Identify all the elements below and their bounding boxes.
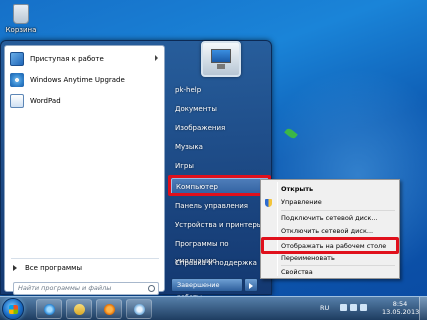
search-icon (148, 285, 155, 292)
app-icon (134, 304, 145, 315)
taskbar-button-explorer[interactable] (66, 299, 92, 319)
recycle-bin-label: Корзина (5, 26, 37, 34)
notification-area (340, 304, 367, 311)
divider (11, 258, 159, 259)
start-item-pictures[interactable]: Изображения (171, 120, 269, 137)
recycle-bin-icon (13, 4, 29, 24)
context-item-manage[interactable]: Управление (279, 196, 397, 209)
taskbar-button-internet-explorer[interactable] (36, 299, 62, 319)
clock-date: 13.05.2013 (382, 308, 420, 316)
shutdown-button[interactable]: Завершение работы (171, 278, 243, 301)
recycle-bin-shortcut[interactable]: Корзина (4, 2, 38, 40)
shield-icon (265, 199, 272, 207)
start-item-help-support[interactable]: Справка и поддержка (171, 255, 269, 272)
all-programs-label: Все программы (25, 264, 82, 272)
tray-volume-icon[interactable] (360, 304, 367, 311)
shutdown-options-button[interactable] (244, 278, 258, 292)
clock-time: 8:54 (392, 300, 408, 308)
taskbar: RU 8:54 13.05.2013 (0, 296, 427, 320)
language-indicator[interactable]: RU (320, 304, 329, 312)
start-search-input[interactable]: Найти программы и файлы (13, 282, 159, 295)
program-item-getting-started[interactable]: Приступая к работе (7, 50, 162, 67)
wordpad-icon (10, 93, 24, 108)
start-item-devices-printers[interactable]: Устройства и принтеры (171, 217, 269, 234)
monitor-icon (211, 49, 231, 63)
search-placeholder: Найти программы и файлы (18, 284, 112, 292)
internet-explorer-icon (44, 304, 55, 315)
start-item-user-folder[interactable]: pk-help (171, 82, 269, 99)
context-menu-divider (281, 210, 395, 211)
all-programs-button[interactable]: Все программы (13, 264, 82, 272)
highlight-show-on-desktop (261, 237, 399, 254)
program-item-label: Windows Anytime Upgrade (30, 75, 125, 84)
context-menu: Открыть Управление Подключить сетевой ди… (260, 179, 400, 279)
getting-started-icon (10, 51, 24, 66)
context-menu-gutter (277, 182, 278, 276)
tray-network-icon[interactable] (350, 304, 357, 311)
highlight-computer (168, 175, 271, 196)
context-item-map-network-drive[interactable]: Подключить сетевой диск... (279, 212, 397, 225)
start-item-documents[interactable]: Документы (171, 101, 269, 118)
explorer-folder-icon (74, 304, 85, 315)
submenu-arrow-icon (155, 55, 158, 61)
start-menu-programs-pane: Приступая к работе Windows Anytime Upgra… (4, 45, 165, 295)
program-item-anytime-upgrade[interactable]: Windows Anytime Upgrade (7, 71, 162, 88)
start-menu: Приступая к работе Windows Anytime Upgra… (0, 40, 272, 301)
program-item-label: Приступая к работе (30, 54, 104, 63)
start-item-control-panel[interactable]: Панель управления (171, 198, 269, 215)
taskbar-button-app[interactable] (126, 299, 152, 319)
start-item-default-programs[interactable]: Программы по умолчанию (171, 236, 269, 265)
taskbar-button-media-player[interactable] (96, 299, 122, 319)
program-item-wordpad[interactable]: WordPad (7, 92, 162, 109)
all-programs-arrow-icon (13, 265, 17, 271)
anytime-upgrade-icon (10, 72, 24, 87)
clock[interactable]: 8:54 13.05.2013 (382, 300, 420, 316)
monitor-stand (217, 64, 225, 69)
program-item-label: WordPad (30, 96, 61, 105)
start-button[interactable] (2, 298, 24, 320)
context-item-properties[interactable]: Свойства (279, 266, 397, 279)
tray-flag-icon[interactable] (340, 304, 347, 311)
start-item-games[interactable]: Игры (171, 158, 269, 175)
show-desktop-button[interactable] (419, 297, 427, 320)
media-player-icon (104, 304, 115, 315)
start-item-music[interactable]: Музыка (171, 139, 269, 156)
context-item-manage-label: Управление (281, 198, 322, 206)
context-item-open[interactable]: Открыть (279, 183, 397, 196)
user-picture[interactable] (201, 41, 241, 77)
